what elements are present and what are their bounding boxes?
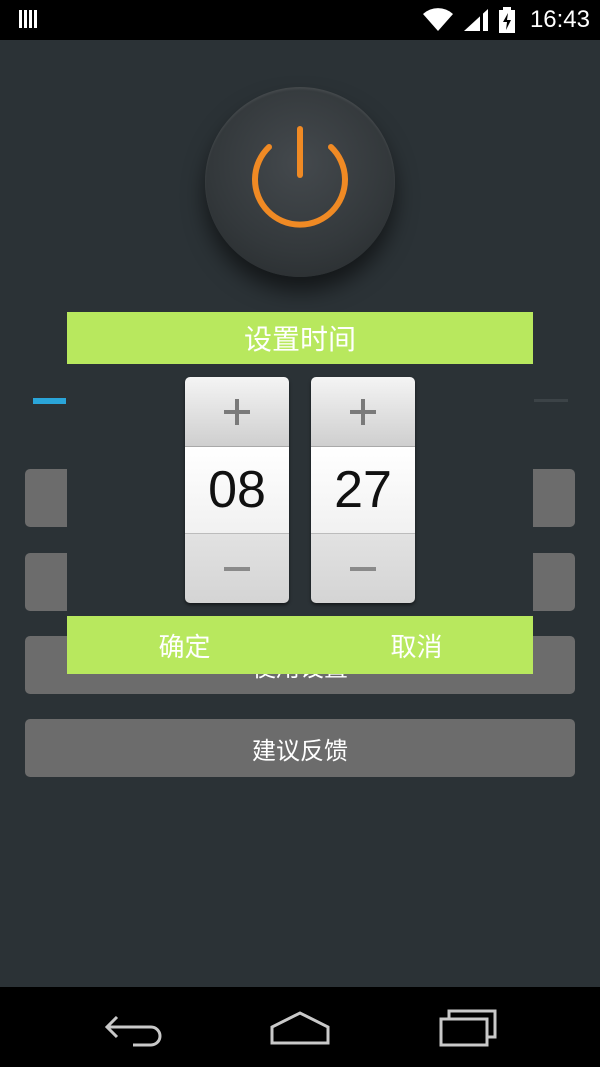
plus-icon <box>224 398 250 425</box>
status-bar: 16:43 <box>0 0 600 40</box>
signal-bars-icon <box>19 10 37 28</box>
dialog-body <box>67 364 533 616</box>
power-button[interactable] <box>205 87 395 277</box>
status-time: 16:43 <box>529 6 590 33</box>
power-icon <box>252 126 348 228</box>
minute-picker: 27 <box>311 377 415 603</box>
app-content: 使用设置 建议反馈 设置时间 08 27 <box>0 40 600 987</box>
hour-increment-button[interactable] <box>185 377 289 447</box>
dialog-button-bar: 确定 取消 <box>67 616 533 674</box>
minus-icon <box>350 566 376 571</box>
dialog-title: 设置时间 <box>67 312 533 364</box>
cellular-icon <box>463 9 488 31</box>
wifi-icon <box>422 8 453 31</box>
hour-value[interactable]: 08 <box>185 447 289 533</box>
plus-icon <box>350 398 376 425</box>
confirm-button[interactable]: 确定 <box>127 616 242 674</box>
minute-increment-button[interactable] <box>311 377 415 447</box>
home-icon[interactable] <box>268 1007 332 1047</box>
tab-indicator-active <box>33 398 66 404</box>
tab-indicator-inactive <box>534 399 568 402</box>
minute-value[interactable]: 27 <box>311 447 415 533</box>
navigation-bar <box>0 987 600 1067</box>
hour-picker: 08 <box>185 377 289 603</box>
minute-decrement-button[interactable] <box>311 533 415 603</box>
battery-charging-icon <box>498 7 515 33</box>
recents-icon[interactable] <box>437 1007 501 1047</box>
hour-decrement-button[interactable] <box>185 533 289 603</box>
cancel-button[interactable]: 取消 <box>359 616 474 674</box>
feedback-button[interactable]: 建议反馈 <box>25 719 575 777</box>
back-icon[interactable] <box>103 1007 163 1047</box>
minus-icon <box>224 566 250 571</box>
